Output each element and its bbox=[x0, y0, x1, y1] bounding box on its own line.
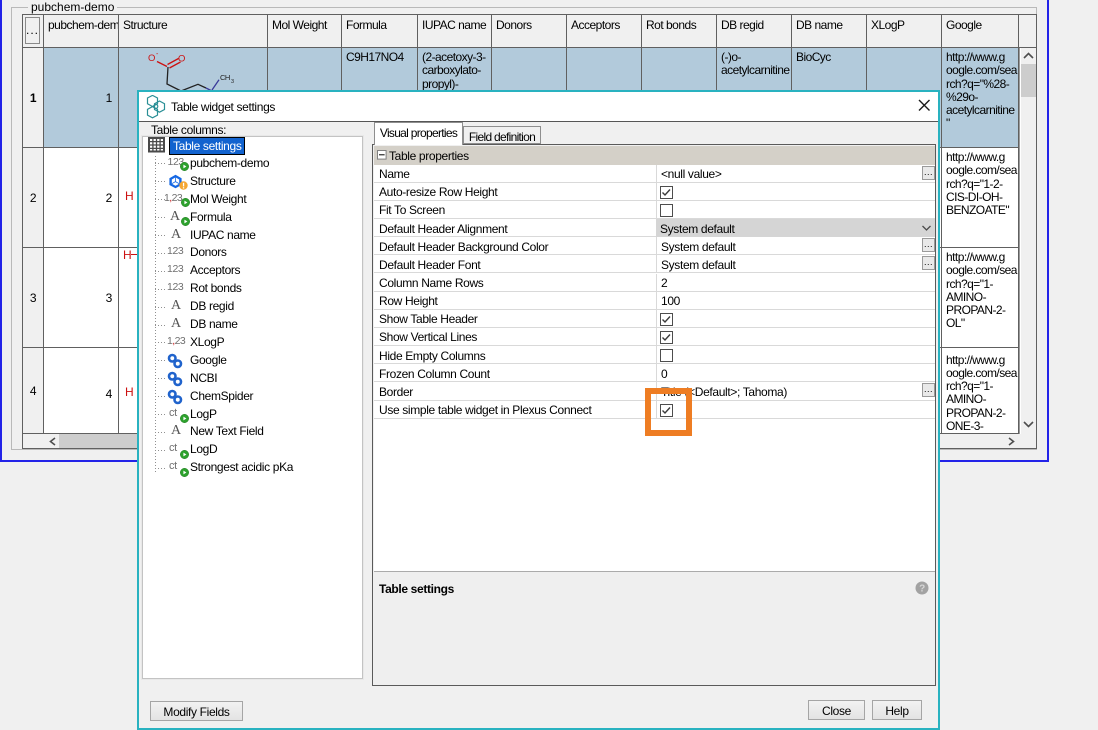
svg-text:3: 3 bbox=[231, 79, 234, 85]
svg-text:O: O bbox=[148, 53, 155, 64]
svg-text:CH: CH bbox=[220, 73, 230, 82]
svg-text:-: - bbox=[156, 51, 159, 58]
svg-text:?: ? bbox=[919, 584, 925, 595]
